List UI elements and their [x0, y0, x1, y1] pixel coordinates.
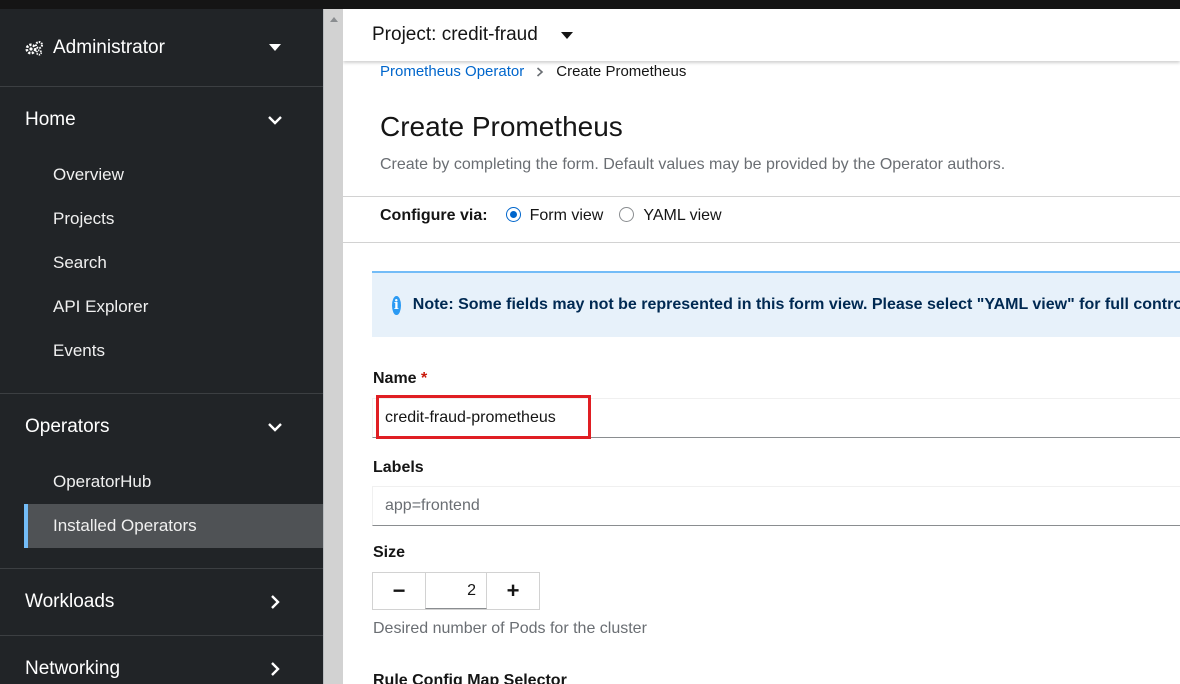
nav-item-projects[interactable]: Projects [0, 197, 323, 241]
size-helper-text: Desired number of Pods for the cluster [373, 620, 647, 637]
nav-section-label: Operators [25, 416, 110, 437]
page-title: Create Prometheus [380, 111, 623, 142]
yaml-view-label: YAML view [643, 207, 722, 224]
labels-field-label: Labels [373, 459, 424, 476]
nav-item-installed-operators[interactable]: Installed Operators [24, 504, 323, 548]
labels-input-placeholder: app=frontend [385, 497, 480, 514]
nav-section-label: Networking [25, 658, 121, 679]
nav-item-operatorhub[interactable]: OperatorHub [0, 460, 323, 504]
sidebar-scrollbar[interactable] [323, 9, 343, 684]
nav-section-label: Workloads [25, 591, 115, 612]
increment-button[interactable]: + [487, 573, 539, 609]
masthead-strip [0, 0, 1180, 9]
info-alert: i Note: Some fields may not be represent… [372, 271, 1180, 337]
nav-section-workloads: Workloads [0, 569, 323, 636]
nav-section-toggle-networking[interactable]: Networking [0, 636, 323, 684]
yaml-view-radio[interactable]: YAML view [619, 206, 722, 225]
nav-item-events[interactable]: Events [0, 329, 323, 373]
perspective-label: Administrator [53, 36, 165, 58]
form-view-label: Form view [529, 207, 604, 224]
size-field-label: Size [373, 544, 406, 561]
nav-section-toggle-workloads[interactable]: Workloads [0, 569, 323, 635]
page-subtitle: Create by completing the form. Default v… [380, 156, 1006, 173]
nav-section-networking: Networking [0, 636, 323, 684]
divider [343, 196, 1180, 197]
name-label-text: Name [373, 370, 417, 387]
divider [343, 242, 1180, 243]
nav-section-home: Home Overview Projects Search API Explor… [0, 87, 323, 394]
form-view-radio[interactable]: Form view [505, 206, 604, 225]
nav-item-overview[interactable]: Overview [0, 153, 323, 197]
labels-input[interactable]: app=frontend [372, 486, 1180, 526]
decrement-button[interactable]: − [373, 573, 425, 609]
required-indicator: * [421, 370, 428, 387]
nav-section-toggle-operators[interactable]: Operators [0, 394, 323, 460]
size-stepper: − 2 + [372, 572, 540, 610]
project-selector[interactable]: Project: credit-fraud [343, 9, 1180, 61]
cogs-icon [24, 40, 44, 56]
breadcrumb-link-prometheus-operator[interactable]: Prometheus Operator [380, 63, 524, 80]
nav-item-api-explorer[interactable]: API Explorer [0, 285, 323, 329]
scroll-up-arrow-icon[interactable] [330, 17, 338, 22]
chevron-right-icon [267, 594, 283, 610]
nav-section-operators: Operators OperatorHub Installed Operator… [0, 394, 323, 569]
radio-checked-icon[interactable] [505, 206, 521, 222]
highlight-box [376, 395, 591, 439]
chevron-down-icon [267, 419, 283, 435]
configure-via-label: Configure via: [380, 207, 488, 224]
radio-unchecked-icon[interactable] [619, 206, 635, 222]
chevron-right-icon [267, 661, 283, 677]
project-label: Project: credit-fraud [372, 24, 538, 45]
nav-item-search[interactable]: Search [0, 241, 323, 285]
alert-text: Note: Some fields may not be represented… [412, 296, 1180, 313]
nav-section-label: Home [25, 109, 76, 130]
configure-via: Configure via: Form view YAML view [380, 206, 738, 225]
perspective-switcher[interactable]: Administrator [0, 9, 323, 87]
chevron-down-icon [267, 112, 283, 128]
info-circle-icon: i [392, 295, 401, 315]
sidebar: Administrator Home Overview Projects Sea… [0, 9, 323, 684]
caret-down-icon [269, 44, 281, 51]
name-field-label: Name * [373, 370, 427, 388]
nav-section-toggle-home[interactable]: Home [0, 87, 323, 153]
breadcrumb-current: Create Prometheus [556, 63, 687, 80]
main-content: Project: credit-fraud Prometheus Operato… [343, 9, 1180, 684]
size-input[interactable]: 2 [425, 573, 487, 609]
breadcrumb-separator-icon [536, 64, 544, 80]
breadcrumb: Prometheus Operator Create Prometheus [380, 63, 686, 80]
caret-down-icon [560, 31, 573, 39]
rule-config-map-selector-label: Rule Config Map Selector [373, 672, 567, 684]
